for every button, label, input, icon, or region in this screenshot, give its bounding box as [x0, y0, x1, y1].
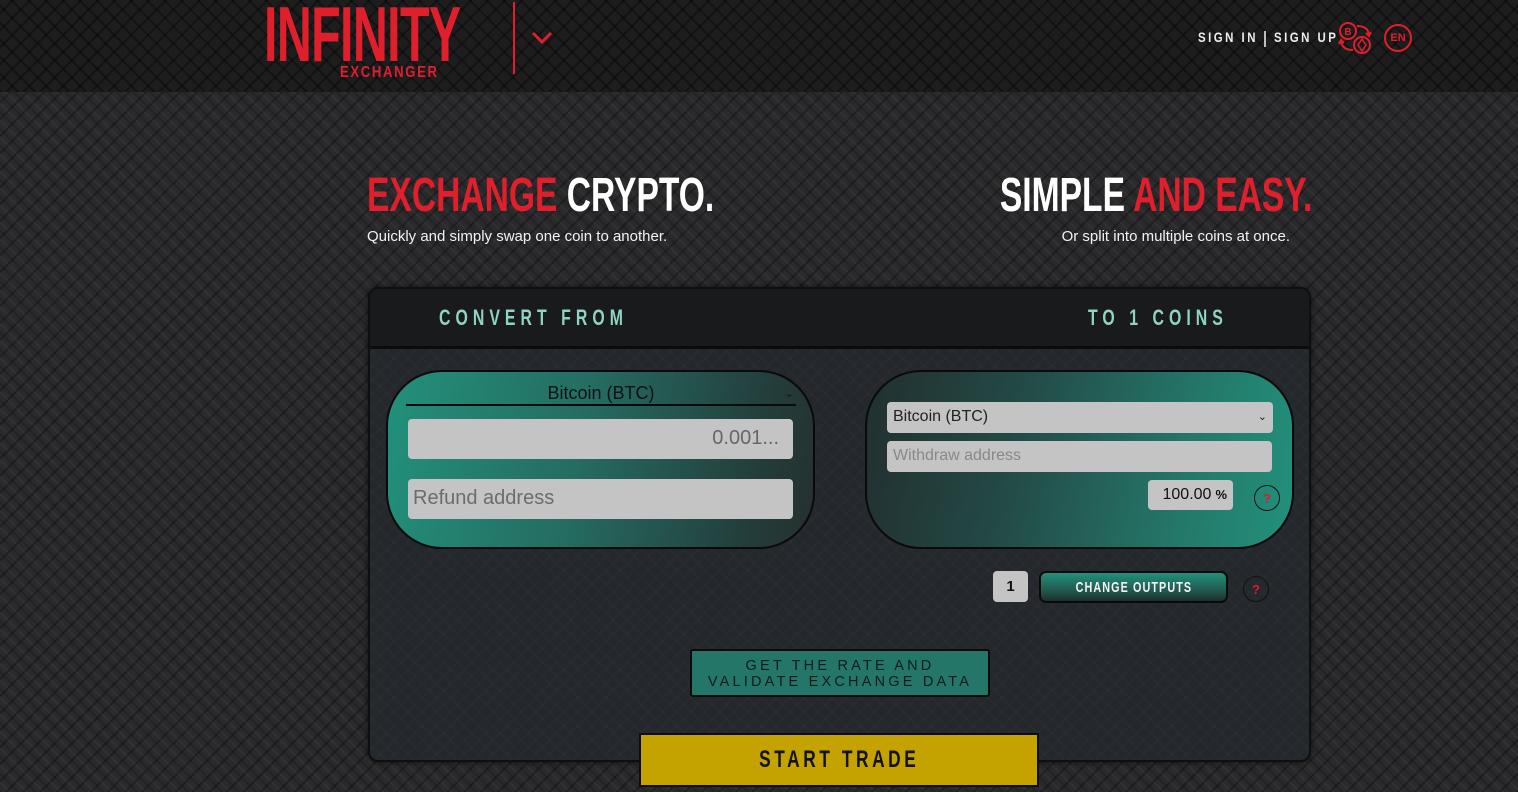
- hero-title-main: SIMPLE: [999, 169, 1125, 222]
- help-icon[interactable]: ?: [1243, 576, 1269, 602]
- auth-divider: [1264, 31, 1266, 47]
- logo-wordmark: INFINITY: [264, 0, 461, 78]
- hero-subtitle-left: Quickly and simply swap one coin to anot…: [367, 228, 668, 245]
- to-card: Bitcoin (BTC) ⌄ Withdraw address 100.00%…: [865, 370, 1294, 549]
- to-coins-label: TO 1 COINS: [1088, 305, 1228, 330]
- svg-text:B: B: [1344, 27, 1351, 38]
- start-trade-label: START TRADE: [758, 746, 920, 773]
- withdraw-address-input[interactable]: Withdraw address: [887, 441, 1272, 472]
- from-card: Bitcoin (BTC) ⌄ 0.001... Refund address: [386, 370, 815, 549]
- chevron-down-icon: ⌄: [784, 388, 794, 400]
- get-rate-line2: VALIDATE EXCHANGE DATA: [707, 674, 973, 690]
- convert-from-label: CONVERT FROM: [439, 305, 628, 330]
- chevron-down-icon: ⌄: [1257, 411, 1267, 423]
- help-icon[interactable]: ?: [1254, 485, 1280, 511]
- get-rate-button[interactable]: GET THE RATE AND VALIDATE EXCHANGE DATA: [690, 649, 990, 697]
- hero-title-main: CRYPTO.: [566, 169, 715, 222]
- percent-value: 100.00: [1162, 486, 1212, 503]
- get-rate-line1: GET THE RATE AND: [745, 658, 935, 674]
- language-selector[interactable]: EN: [1384, 24, 1412, 52]
- change-outputs-label: CHANGE OUTPUTS: [1075, 578, 1192, 596]
- amount-input[interactable]: 0.001...: [408, 419, 793, 459]
- hero-title-left: EXCHANGE CRYPTO.: [367, 170, 714, 222]
- converter-header: CONVERT FROM TO 1 COINS: [370, 289, 1309, 349]
- start-trade-button[interactable]: START TRADE: [639, 733, 1039, 787]
- hero-simple: SIMPLE AND EASY. Or split into multiple …: [866, 170, 1312, 246]
- hero-title-right: SIMPLE AND EASY.: [1000, 170, 1312, 222]
- sign-up-link[interactable]: SIGN UP: [1274, 29, 1338, 45]
- hero-exchange: EXCHANGE CRYPTO. Quickly and simply swap…: [367, 170, 863, 246]
- chevron-down-icon[interactable]: [530, 28, 554, 48]
- outputs-count: 1: [993, 571, 1028, 602]
- refund-address-input[interactable]: Refund address: [408, 479, 793, 519]
- percent-input[interactable]: 100.00%: [1148, 480, 1233, 510]
- to-coin-value: Bitcoin (BTC): [893, 408, 989, 425]
- from-coin-select[interactable]: Bitcoin (BTC) ⌄: [406, 382, 796, 406]
- converter-panel: CONVERT FROM TO 1 COINS Bitcoin (BTC) ⌄ …: [368, 287, 1311, 762]
- crypto-exchange-icon: B: [1337, 20, 1373, 56]
- from-coin-value: Bitcoin (BTC): [547, 383, 655, 403]
- hero-subtitle-right: Or split into multiple coins at once.: [1061, 228, 1290, 245]
- hero-title-accent: AND EASY.: [1132, 169, 1312, 222]
- logo-subtitle: EXCHANGER: [340, 64, 439, 81]
- site-header: INFINITY EXCHANGER SIGN IN SIGN UP B EN: [0, 0, 1518, 92]
- change-outputs-button[interactable]: CHANGE OUTPUTS: [1039, 571, 1228, 603]
- percent-symbol: %: [1215, 487, 1227, 502]
- logo[interactable]: INFINITY EXCHANGER: [264, 0, 504, 84]
- to-coin-select[interactable]: Bitcoin (BTC) ⌄: [887, 402, 1273, 433]
- sign-in-link[interactable]: SIGN IN: [1198, 29, 1258, 45]
- logo-divider: [513, 2, 515, 74]
- hero-title-accent: EXCHANGE: [367, 169, 558, 222]
